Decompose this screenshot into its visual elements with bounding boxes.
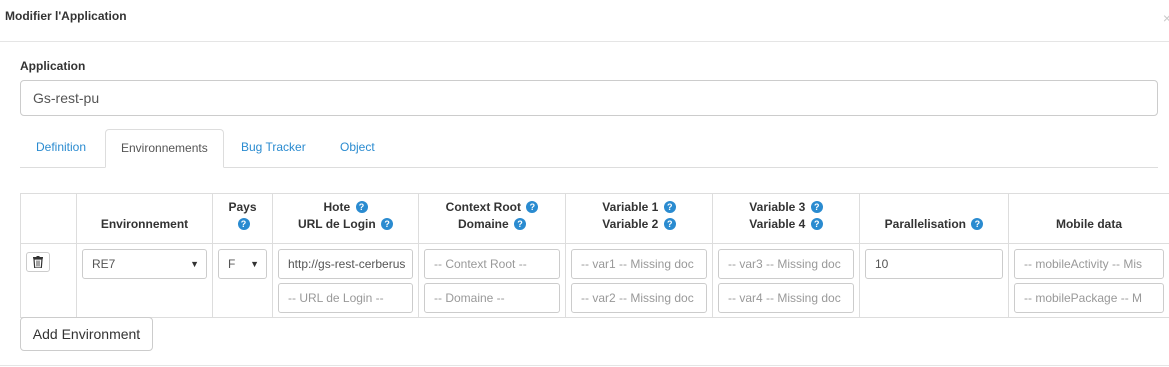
mobile-package-input[interactable]: -- mobilePackage -- M [1014, 283, 1164, 313]
tab-definition[interactable]: Definition [21, 129, 101, 168]
parallelisation-input[interactable]: 10 [865, 249, 1003, 279]
pays-select[interactable]: F ▼ [218, 249, 267, 279]
header-hote-url: Hote ? URL de Login ? [272, 193, 419, 244]
modal-header: Modifier l'Application × [0, 0, 1169, 42]
footer-divider [0, 365, 1169, 366]
url-login-input[interactable]: -- URL de Login -- [278, 283, 413, 313]
tab-bug-tracker[interactable]: Bug Tracker [226, 129, 321, 168]
help-icon[interactable]: ? [810, 218, 823, 230]
header-context-domaine: Context Root ? Domaine ? [418, 193, 566, 244]
environnement-select[interactable]: RE7 ▼ [82, 249, 207, 279]
add-environment-button[interactable]: Add Environment [20, 317, 153, 351]
caret-down-icon: ▼ [190, 259, 199, 269]
header-mobile-data: Mobile data [1008, 193, 1169, 244]
help-icon[interactable]: ? [514, 218, 527, 230]
context-root-input[interactable]: -- Context Root -- [424, 249, 560, 279]
pays-cell: F ▼ [212, 243, 273, 318]
tab-environnements[interactable]: Environnements [105, 129, 224, 168]
var12-cell: -- var1 -- Missing doc -- var2 -- Missin… [565, 243, 713, 318]
help-icon[interactable]: ? [237, 218, 250, 230]
domaine-input[interactable]: -- Domaine -- [424, 283, 560, 313]
help-icon[interactable]: ? [810, 201, 823, 213]
parallelisation-cell: 10 [859, 243, 1009, 318]
caret-down-icon: ▼ [250, 259, 259, 269]
help-icon[interactable]: ? [971, 218, 984, 230]
close-icon[interactable]: × [1163, 10, 1169, 26]
delete-button[interactable] [26, 252, 50, 272]
context-cell: -- Context Root -- -- Domaine -- [418, 243, 566, 318]
var2-input[interactable]: -- var2 -- Missing doc [571, 283, 707, 313]
tab-object[interactable]: Object [325, 129, 390, 168]
help-icon[interactable]: ? [663, 201, 676, 213]
hote-input[interactable]: http://gs-rest-cerberus [278, 249, 413, 279]
help-icon[interactable]: ? [381, 218, 394, 230]
var1-input[interactable]: -- var1 -- Missing doc [571, 249, 707, 279]
mobile-cell: -- mobileActivity -- Mis -- mobilePackag… [1008, 243, 1169, 318]
trash-icon [33, 256, 43, 268]
header-pays: Pays? [212, 193, 273, 244]
environments-table: Environnement Pays? Hote ? URL de Login ?… [20, 193, 1169, 318]
application-input[interactable] [20, 80, 1158, 116]
var3-input[interactable]: -- var3 -- Missing doc [718, 249, 854, 279]
hote-cell: http://gs-rest-cerberus -- URL de Login … [272, 243, 419, 318]
header-environnement: Environnement [76, 193, 213, 244]
mobile-activity-input[interactable]: -- mobileActivity -- Mis [1014, 249, 1164, 279]
header-parallelisation: Parallelisation ? [859, 193, 1009, 244]
help-icon[interactable]: ? [355, 201, 368, 213]
actions-cell [20, 243, 77, 318]
header-var1-var2: Variable 1 ? Variable 2 ? [565, 193, 713, 244]
var34-cell: -- var3 -- Missing doc -- var4 -- Missin… [712, 243, 860, 318]
header-actions [20, 193, 77, 244]
help-icon[interactable]: ? [663, 218, 676, 230]
table-row: RE7 ▼ F ▼ http://gs-rest-cerberus -- URL… [20, 243, 1169, 318]
table-header-row: Environnement Pays? Hote ? URL de Login ?… [20, 193, 1169, 244]
environnement-cell: RE7 ▼ [76, 243, 213, 318]
application-label: Application [20, 59, 86, 73]
help-icon[interactable]: ? [526, 201, 539, 213]
header-var3-var4: Variable 3 ? Variable 4 ? [712, 193, 860, 244]
var4-input[interactable]: -- var4 -- Missing doc [718, 283, 854, 313]
modal-title: Modifier l'Application [5, 9, 127, 23]
tab-bar: Definition Environnements Bug Tracker Ob… [20, 129, 1158, 168]
